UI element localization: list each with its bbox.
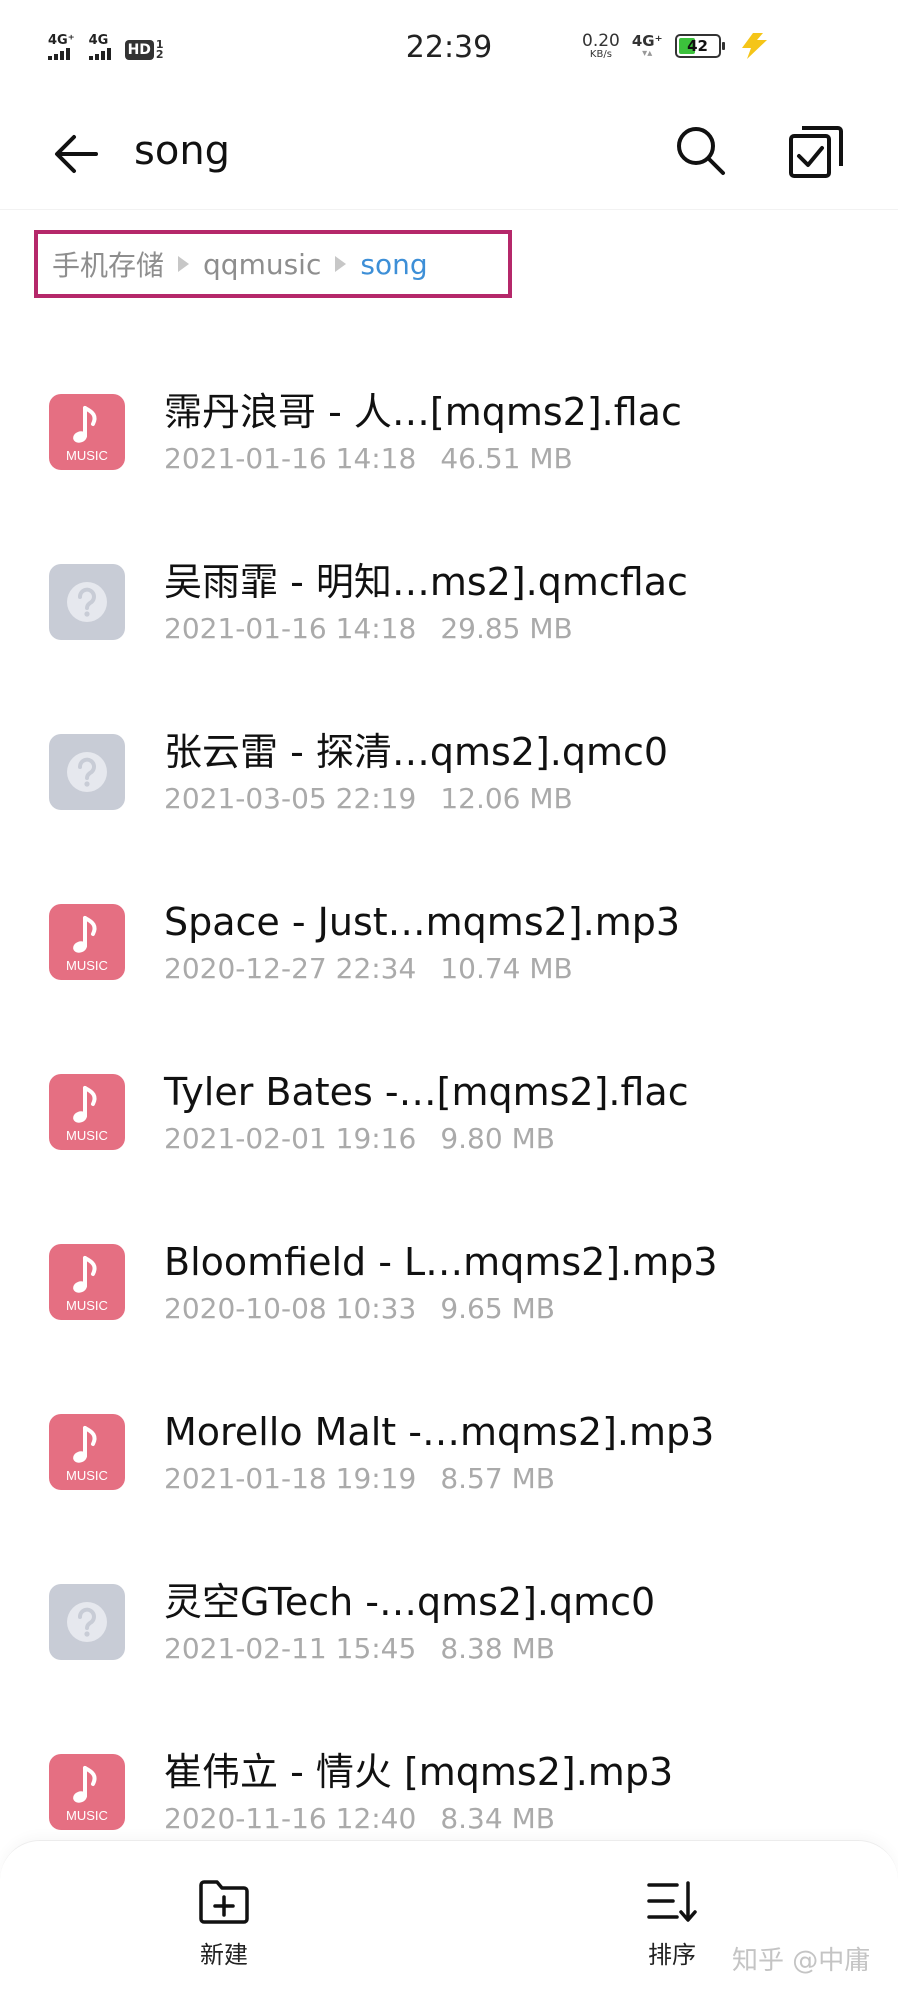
file-name: Tyler Bates -…[mqms2].flac [164, 1070, 689, 1114]
breadcrumb-separator-icon [335, 256, 347, 272]
sort-icon [647, 1881, 697, 1922]
file-meta: 2020-10-08 10:33 9.65 MB [164, 1292, 555, 1326]
file-list-item[interactable]: MUSIC Morello Malt -…mqms2].mp3 2021-01-18… [0, 1340, 898, 1510]
music-file-icon: MUSIC [49, 904, 125, 980]
network-speed: 0.20 KB/s [582, 30, 620, 60]
back-arrow-icon[interactable] [50, 126, 106, 182]
new-folder-button[interactable]: 新建 [164, 1879, 284, 1979]
file-meta: 2020-11-16 12:40 8.34 MB [164, 1802, 555, 1836]
unknown-file-icon [49, 564, 125, 640]
file-size: 10.74 MB [440, 952, 573, 985]
status-bar: 4G⁺ 4G HD 1 2 22:39 0.20 KB/s 4G⁺ ▾▴ 42 [0, 0, 898, 100]
file-meta: 2021-02-01 19:16 9.80 MB [164, 1122, 555, 1156]
file-date: 2021-03-05 22:19 [164, 782, 417, 815]
music-icon-label: MUSIC [66, 1808, 108, 1823]
file-meta: 2021-01-16 14:18 46.51 MB [164, 442, 573, 476]
file-list-item[interactable]: MUSIC Bloomfield - L…mqms2].mp3 2020-10-08… [0, 1170, 898, 1340]
file-date: 2021-02-11 15:45 [164, 1632, 417, 1665]
file-name: Bloomfield - L…mqms2].mp3 [164, 1240, 718, 1284]
music-file-icon: MUSIC [49, 1074, 125, 1150]
file-size: 8.57 MB [440, 1462, 555, 1495]
breadcrumb: 手机存储 qqmusic song [34, 230, 512, 298]
file-name: 崔伟立 - 情火 [mqms2].mp3 [164, 1750, 674, 1794]
network-type-icon: 4G⁺ ▾▴ [631, 31, 663, 59]
file-meta: 2021-01-16 14:18 29.85 MB [164, 612, 573, 646]
file-list-item[interactable]: MUSIC 霈丹浪哥 - 人…[mqms2].flac 2021-01-16 14:… [0, 320, 898, 490]
file-name: Space - Just…mqms2].mp3 [164, 900, 681, 944]
file-date: 2020-10-08 10:33 [164, 1292, 417, 1325]
file-date: 2020-11-16 12:40 [164, 1802, 417, 1835]
network-type-label: 4G⁺ [631, 31, 663, 50]
file-meta: 2021-01-18 19:19 8.57 MB [164, 1462, 555, 1496]
file-name: 灵空GTech -…qms2].qmc0 [164, 1580, 656, 1624]
music-icon-label: MUSIC [66, 1468, 108, 1483]
file-date: 2021-01-16 14:18 [164, 612, 417, 645]
file-list-item[interactable]: MUSIC 崔伟立 - 情火 [mqms2].mp3 2020-11-16 12:4… [0, 1680, 898, 1850]
watermark: 知乎 @中庸 [732, 1946, 871, 1976]
file-list-item[interactable]: MUSIC Space - Just…mqms2].mp3 2020-12-27 2… [0, 830, 898, 1000]
file-size: 9.65 MB [440, 1292, 555, 1325]
music-file-icon: MUSIC [49, 1244, 125, 1320]
music-icon-label: MUSIC [66, 448, 108, 463]
file-size: 8.34 MB [440, 1802, 555, 1835]
music-file-icon: MUSIC [49, 1414, 125, 1490]
music-file-icon: MUSIC [49, 394, 125, 470]
lightning-icon [741, 33, 767, 59]
file-name: 张云雷 - 探清…qms2].qmc0 [164, 730, 669, 774]
file-date: 2020-12-27 22:34 [164, 952, 417, 985]
new-folder-icon [199, 1880, 249, 1924]
page-title: song [134, 128, 231, 174]
checkbox-select-icon[interactable] [786, 122, 846, 182]
file-date: 2021-02-01 19:16 [164, 1122, 417, 1155]
file-name: 霈丹浪哥 - 人…[mqms2].flac [164, 390, 682, 434]
sort-label: 排序 [648, 1941, 696, 1969]
file-list-item[interactable]: 张云雷 - 探清…qms2].qmc0 2021-03-05 22:19 12.06… [0, 660, 898, 830]
network-speed-value: 0.20 [582, 30, 620, 51]
file-size: 8.38 MB [440, 1632, 555, 1665]
file-name: Morello Malt -…mqms2].mp3 [164, 1410, 715, 1454]
sort-button[interactable]: 排序 [612, 1879, 732, 1979]
file-list-item[interactable]: 吴雨霏 - 明知…ms2].qmcflac 2021-01-16 14:18 29.… [0, 490, 898, 660]
music-icon-label: MUSIC [66, 1298, 108, 1313]
breadcrumb-separator-icon [178, 256, 190, 272]
battery-icon: 42 [674, 34, 725, 58]
file-size: 46.51 MB [440, 442, 573, 475]
music-icon-label: MUSIC [66, 1128, 108, 1143]
app-header: song [0, 100, 898, 210]
music-icon-label: MUSIC [66, 958, 108, 973]
file-date: 2021-01-16 14:18 [164, 442, 417, 475]
breadcrumb-item-song[interactable]: song [360, 248, 427, 281]
network-speed-unit: KB/s [589, 48, 612, 60]
unknown-file-icon [49, 1584, 125, 1660]
file-date: 2021-01-18 19:19 [164, 1462, 417, 1495]
file-name: 吴雨霏 - 明知…ms2].qmcflac [164, 560, 688, 604]
battery-level: 42 [687, 37, 708, 55]
breadcrumb-item-qqmusic[interactable]: qqmusic [203, 248, 321, 281]
file-size: 29.85 MB [440, 612, 573, 645]
search-icon[interactable] [672, 122, 730, 180]
file-list-item[interactable]: 灵空GTech -…qms2].qmc0 2021-02-11 15:45 8.38… [0, 1510, 898, 1680]
file-size: 12.06 MB [440, 782, 573, 815]
new-folder-label: 新建 [200, 1941, 248, 1969]
music-file-icon: MUSIC [49, 1754, 125, 1830]
status-right: 0.20 KB/s 4G⁺ ▾▴ 42 [582, 32, 771, 60]
unknown-file-icon [49, 734, 125, 810]
file-meta: 2021-03-05 22:19 12.06 MB [164, 782, 573, 816]
file-meta: 2021-02-11 15:45 8.38 MB [164, 1632, 555, 1666]
file-list-item[interactable]: MUSIC Tyler Bates -…[mqms2].flac 2021-02-0… [0, 1000, 898, 1170]
file-meta: 2020-12-27 22:34 10.74 MB [164, 952, 573, 986]
breadcrumb-item-phone-storage[interactable]: 手机存储 [52, 244, 164, 284]
file-size: 9.80 MB [440, 1122, 555, 1155]
